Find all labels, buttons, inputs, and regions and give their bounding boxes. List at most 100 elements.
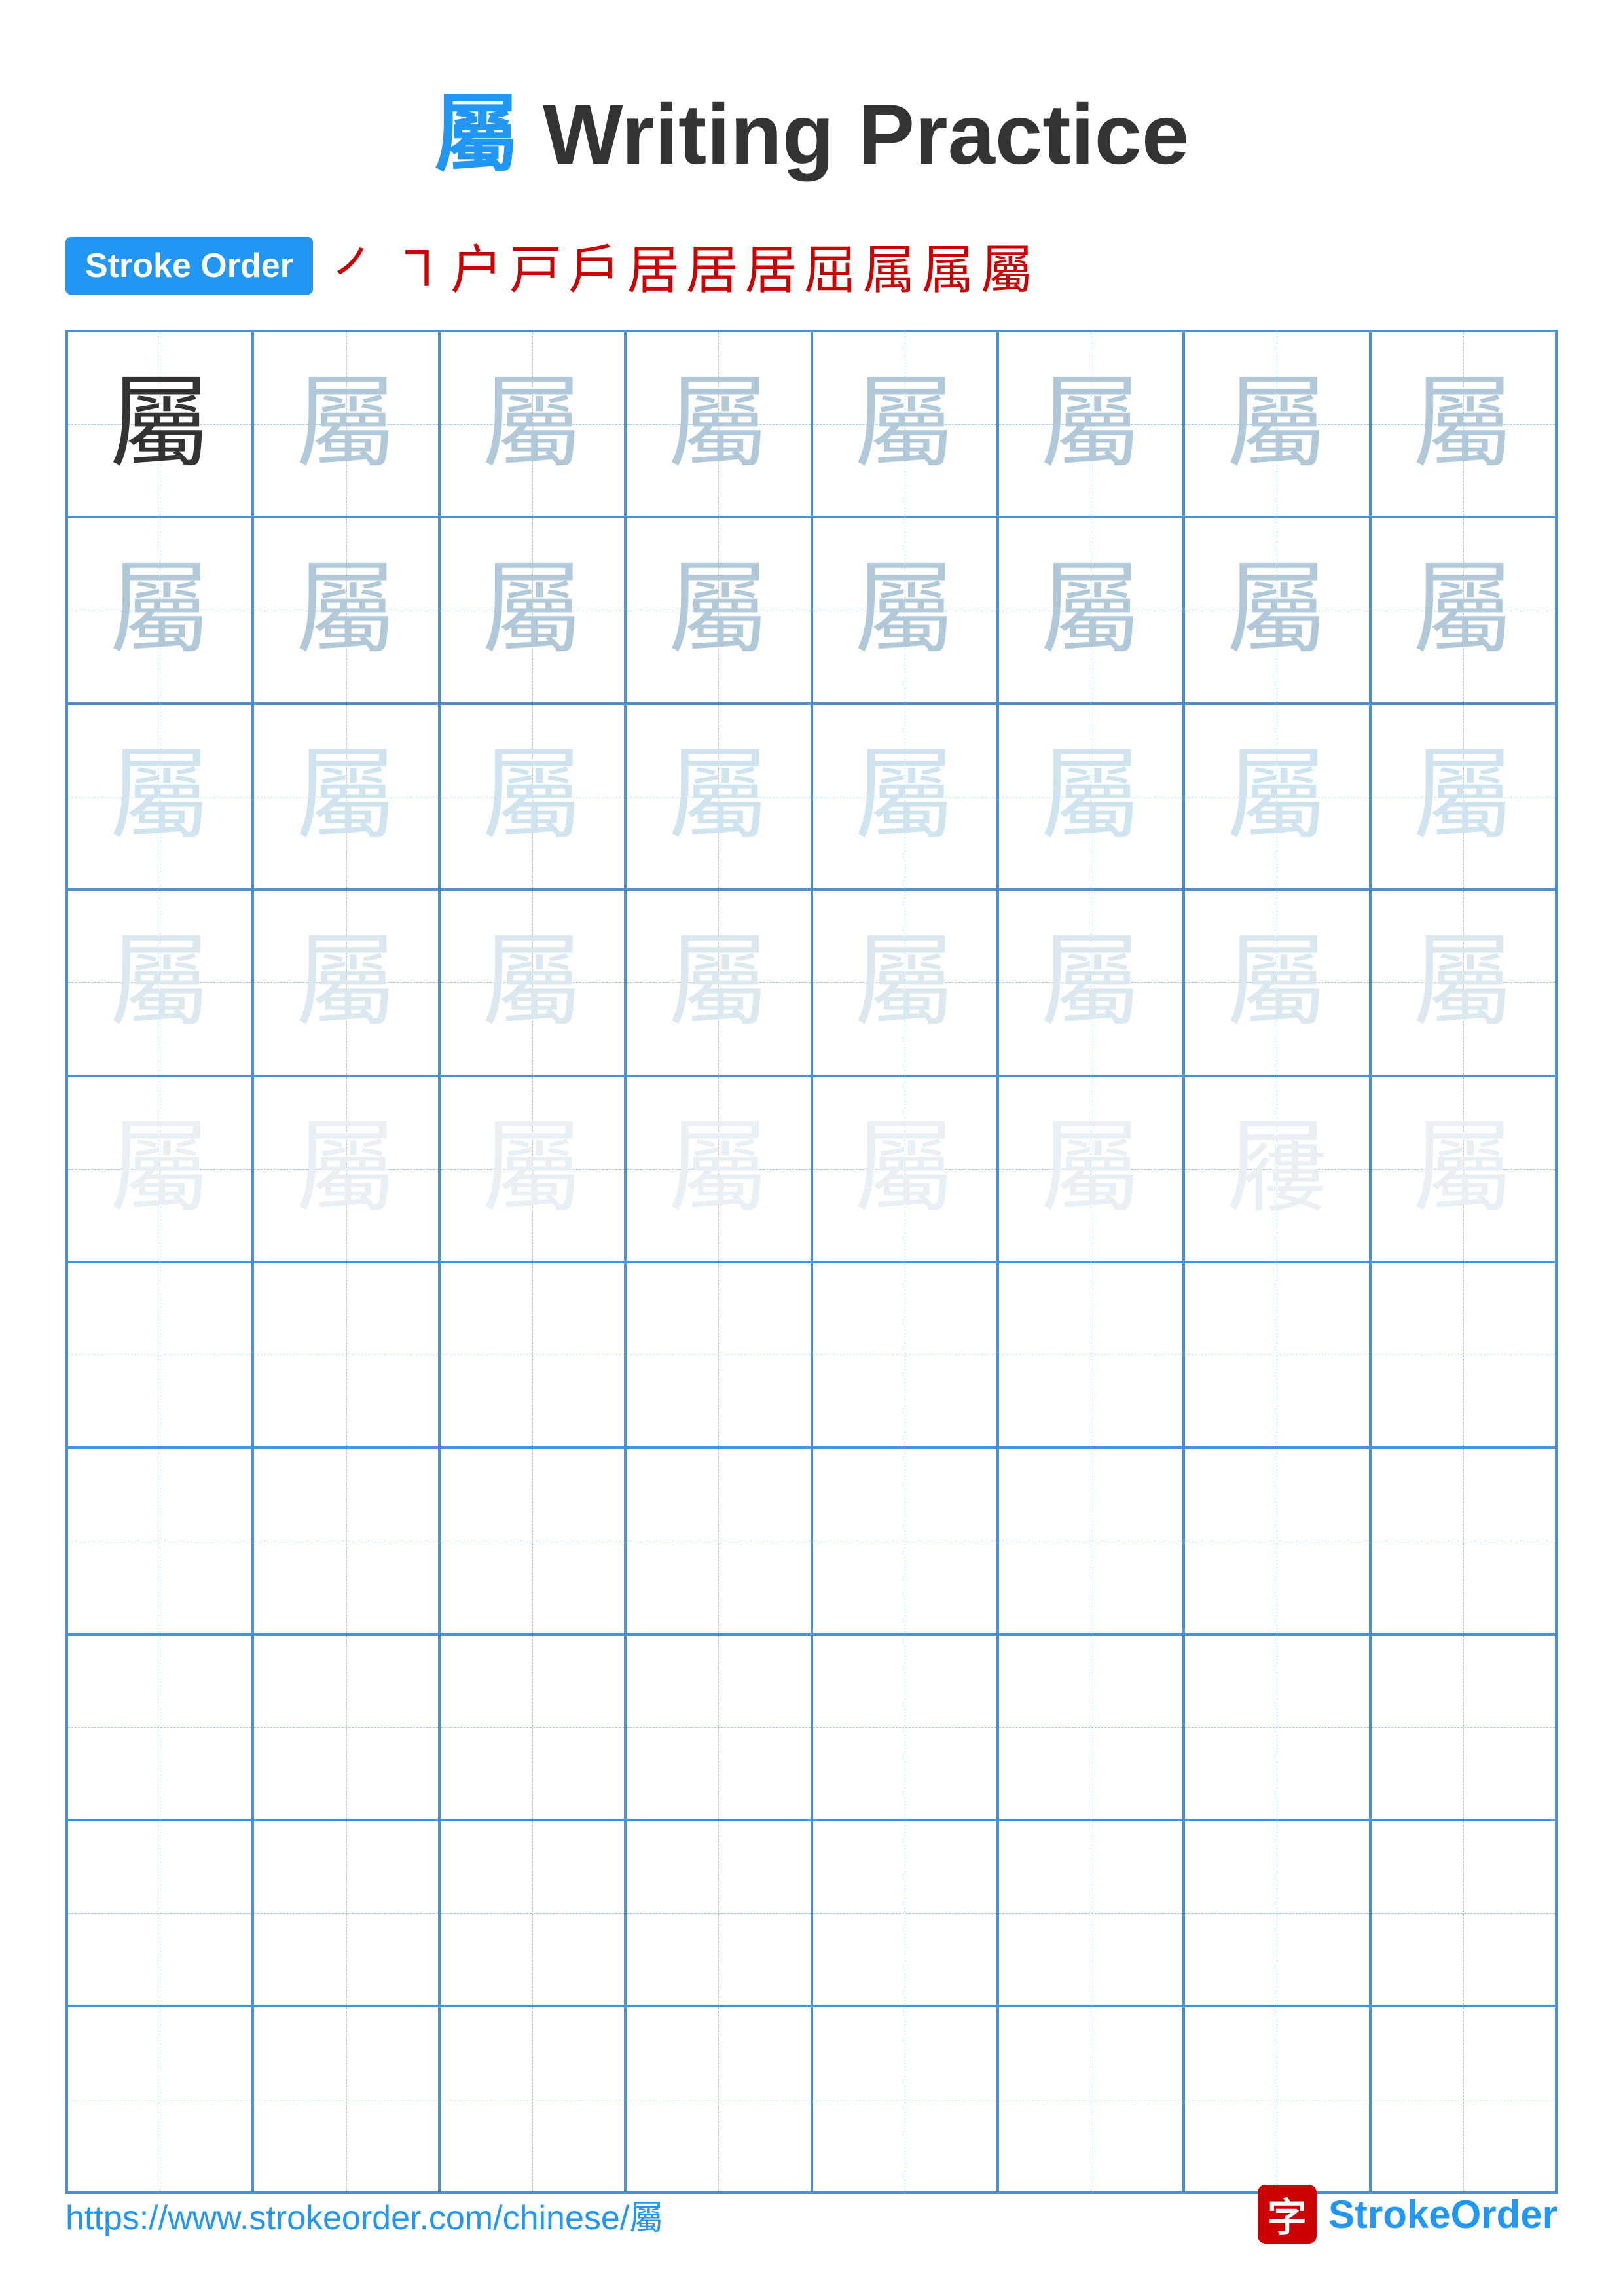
- grid-cell[interactable]: 屬: [998, 517, 1184, 703]
- grid-cell[interactable]: [998, 1820, 1184, 2006]
- grid-cell[interactable]: 屬: [812, 704, 998, 889]
- grid-cell[interactable]: 屬: [67, 331, 253, 517]
- grid-cell[interactable]: [67, 1262, 253, 1448]
- grid-cell[interactable]: 屬: [67, 517, 253, 703]
- grid-row: [67, 2006, 1556, 2192]
- grid-cell[interactable]: 屬: [1370, 889, 1556, 1075]
- grid-cell[interactable]: [253, 1448, 439, 1634]
- grid-cell[interactable]: [812, 1262, 998, 1448]
- grid-cell[interactable]: [1184, 1634, 1370, 1820]
- grid-cell[interactable]: 屬: [253, 517, 439, 703]
- grid-cell[interactable]: 屬: [625, 517, 811, 703]
- grid-cell[interactable]: [253, 2006, 439, 2192]
- grid-cell[interactable]: 屬: [439, 517, 625, 703]
- grid-cell[interactable]: [67, 1634, 253, 1820]
- grid-cell[interactable]: [253, 1262, 439, 1448]
- grid-cell[interactable]: [67, 1448, 253, 1634]
- grid-cell[interactable]: 屬: [625, 1076, 811, 1262]
- grid-row: [67, 1820, 1556, 2006]
- grid-cell[interactable]: [998, 1262, 1184, 1448]
- grid-cell[interactable]: 屬: [253, 889, 439, 1075]
- grid-row: [67, 1634, 1556, 1820]
- grid-cell[interactable]: [625, 1634, 811, 1820]
- grid-cell[interactable]: [1184, 1820, 1370, 2006]
- grid-cell[interactable]: [439, 1448, 625, 1634]
- grid-row: [67, 1448, 1556, 1634]
- grid-cell[interactable]: [253, 1634, 439, 1820]
- grid-cell[interactable]: 屬: [1184, 889, 1370, 1075]
- footer-brand-icon: 字: [1258, 2185, 1317, 2244]
- grid-cell[interactable]: 屬: [1184, 704, 1370, 889]
- grid-cell[interactable]: 屬: [67, 704, 253, 889]
- grid-cell[interactable]: [1184, 1448, 1370, 1634]
- grid-cell[interactable]: [812, 1634, 998, 1820]
- grid-cell[interactable]: 屬: [812, 331, 998, 517]
- footer-brand: 字 StrokeOrder: [1258, 2185, 1558, 2244]
- grid-cell[interactable]: [1370, 1820, 1556, 2006]
- grid-cell[interactable]: [439, 2006, 625, 2192]
- page-title: 屬 Writing Practice: [0, 0, 1623, 228]
- grid-cell[interactable]: 屬: [1370, 517, 1556, 703]
- stroke-order-row: Stroke Order ㇒ ㇕ 户 戸 戶 居 居 居 屈 属 属 屬: [0, 228, 1623, 304]
- grid-cell[interactable]: 屬: [439, 331, 625, 517]
- grid-cell[interactable]: 屬: [253, 704, 439, 889]
- grid-cell[interactable]: 屬: [1370, 331, 1556, 517]
- grid-cell[interactable]: 屨: [1184, 1076, 1370, 1262]
- grid-cell[interactable]: [67, 1820, 253, 2006]
- grid-row: 屬 屬 屬 屬 屬 屬 屬 屬: [67, 704, 1556, 889]
- grid-cell[interactable]: 屬: [625, 889, 811, 1075]
- practice-grid: 屬 屬 屬 屬 屬 屬 屬 屬 屬 屬 屬 屬 屬 屬 屬 屬 屬 屬 屬 屬 …: [65, 330, 1558, 2194]
- grid-row: [67, 1262, 1556, 1448]
- grid-cell[interactable]: 屬: [812, 517, 998, 703]
- grid-cell[interactable]: 屬: [998, 1076, 1184, 1262]
- grid-cell[interactable]: 屬: [812, 1076, 998, 1262]
- grid-cell[interactable]: 屬: [439, 889, 625, 1075]
- grid-row: 屬 屬 屬 屬 屬 屬 屬 屬: [67, 889, 1556, 1075]
- grid-cell[interactable]: [625, 2006, 811, 2192]
- grid-cell[interactable]: 屬: [1370, 704, 1556, 889]
- grid-cell[interactable]: 屬: [625, 704, 811, 889]
- title-chinese-char: 屬: [434, 88, 519, 183]
- grid-cell[interactable]: 屬: [439, 1076, 625, 1262]
- grid-cell[interactable]: 屬: [1370, 1076, 1556, 1262]
- grid-cell[interactable]: 屬: [67, 1076, 253, 1262]
- footer-brand-text: StrokeOrder: [1328, 2192, 1558, 2237]
- grid-cell[interactable]: 屬: [439, 704, 625, 889]
- footer: https://www.strokeorder.com/chinese/屬 字 …: [0, 2185, 1623, 2244]
- grid-cell[interactable]: 屬: [253, 331, 439, 517]
- grid-cell[interactable]: [998, 1634, 1184, 1820]
- grid-cell[interactable]: [998, 1448, 1184, 1634]
- grid-cell[interactable]: [439, 1262, 625, 1448]
- grid-cell[interactable]: [812, 1820, 998, 2006]
- grid-cell[interactable]: [439, 1634, 625, 1820]
- grid-cell[interactable]: [253, 1820, 439, 2006]
- grid-cell[interactable]: [1370, 1448, 1556, 1634]
- grid-cell[interactable]: 屬: [998, 331, 1184, 517]
- stroke-chars: ㇒ ㇕ 户 戸 戶 居 居 居 屈 属 属 屬: [333, 228, 1033, 304]
- grid-cell[interactable]: [625, 1820, 811, 2006]
- grid-cell[interactable]: [625, 1448, 811, 1634]
- grid-cell[interactable]: 屬: [1184, 331, 1370, 517]
- grid-cell[interactable]: 屬: [998, 889, 1184, 1075]
- grid-cell[interactable]: [439, 1820, 625, 2006]
- grid-cell[interactable]: 屬: [998, 704, 1184, 889]
- grid-cell[interactable]: [812, 1448, 998, 1634]
- grid-cell[interactable]: 屬: [625, 331, 811, 517]
- grid-cell[interactable]: 屬: [812, 889, 998, 1075]
- grid-cell[interactable]: [1370, 1262, 1556, 1448]
- grid-cell[interactable]: [1184, 1262, 1370, 1448]
- grid-cell[interactable]: 屬: [253, 1076, 439, 1262]
- grid-cell[interactable]: [1370, 2006, 1556, 2192]
- grid-cell[interactable]: [998, 2006, 1184, 2192]
- grid-row: 屬 屬 屬 屬 屬 屬 屨 屬: [67, 1076, 1556, 1262]
- grid-cell[interactable]: [1370, 1634, 1556, 1820]
- grid-cell[interactable]: [67, 2006, 253, 2192]
- grid-cell[interactable]: [1184, 2006, 1370, 2192]
- footer-url[interactable]: https://www.strokeorder.com/chinese/屬: [65, 2190, 663, 2239]
- grid-cell[interactable]: [625, 1262, 811, 1448]
- grid-cell[interactable]: 屬: [1184, 517, 1370, 703]
- grid-row: 屬 屬 屬 屬 屬 屬 屬 屬: [67, 331, 1556, 517]
- practice-grid-container: 屬 屬 屬 屬 屬 屬 屬 屬 屬 屬 屬 屬 屬 屬 屬 屬 屬 屬 屬 屬 …: [0, 330, 1623, 2194]
- grid-cell[interactable]: [812, 2006, 998, 2192]
- grid-cell[interactable]: 屬: [67, 889, 253, 1075]
